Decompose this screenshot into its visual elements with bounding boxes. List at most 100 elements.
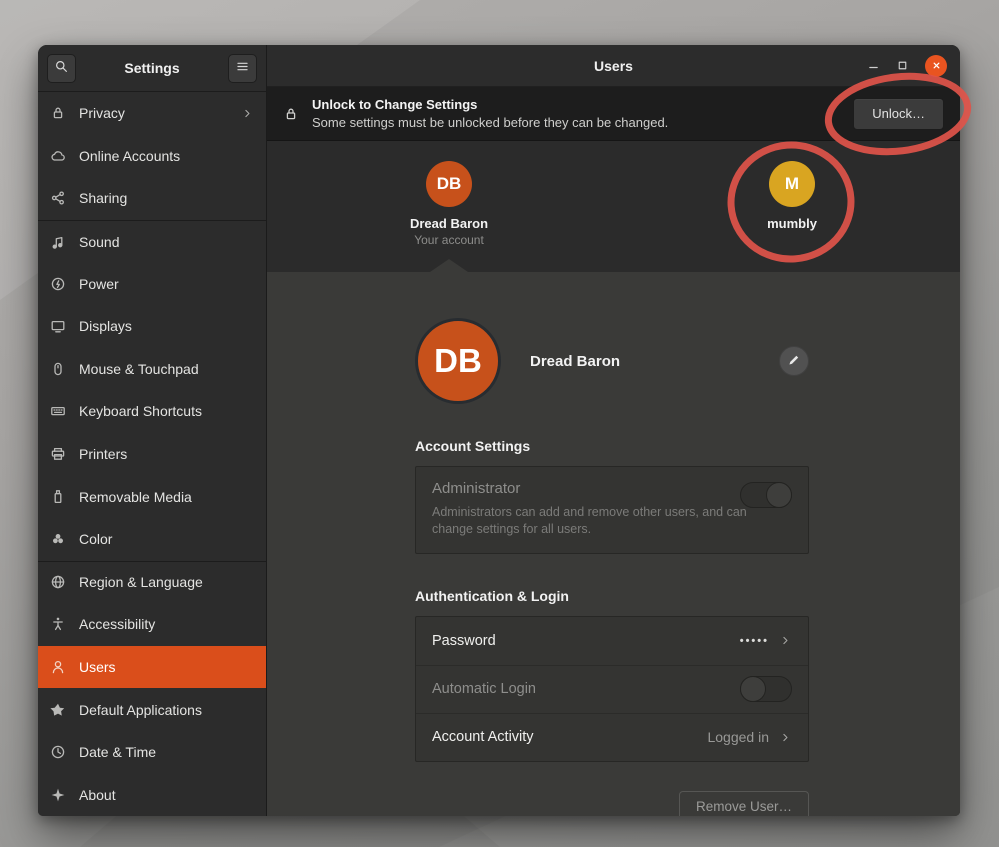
avatar-initials: DB <box>437 174 462 194</box>
administrator-label: Administrator <box>432 480 792 497</box>
clock-icon <box>49 744 66 761</box>
minimize-icon[interactable] <box>867 59 880 72</box>
sidebar-item-sharing[interactable]: Sharing <box>38 177 266 220</box>
search-icon <box>54 59 69 77</box>
sidebar-item-default-applications[interactable]: Default Applications <box>38 688 266 731</box>
sidebar-item-label: Sharing <box>79 190 127 206</box>
remove-user-button[interactable]: Remove User… <box>679 791 809 816</box>
sidebar-item-label: Online Accounts <box>79 148 180 164</box>
removable-media-icon <box>49 488 66 505</box>
administrator-toggle[interactable] <box>740 482 792 508</box>
unlock-banner-text: Unlock to Change Settings Some settings … <box>312 97 668 130</box>
password-row[interactable]: Password ••••• <box>416 617 808 665</box>
color-icon <box>49 531 66 548</box>
app-title: Settings <box>76 60 228 76</box>
cloud-icon <box>49 147 66 164</box>
sidebar-item-accessibility[interactable]: Accessibility <box>38 603 266 646</box>
desktop: Settings Privacy Online Accounts Sharing So… <box>0 0 999 847</box>
password-label: Password <box>432 633 496 649</box>
page-title: Users <box>267 58 960 74</box>
sidebar-item-about[interactable]: About <box>38 774 266 817</box>
maximize-icon[interactable] <box>896 59 909 72</box>
sidebar-item-label: Keyboard Shortcuts <box>79 403 202 419</box>
automatic-login-toggle[interactable] <box>740 676 792 702</box>
sidebar-item-printers[interactable]: Printers <box>38 433 266 476</box>
sidebar-list: Privacy Online Accounts Sharing Sound Power D… <box>38 92 266 816</box>
sidebar-item-label: Region & Language <box>79 574 203 590</box>
carousel-user-mumbly[interactable]: M mumbly <box>712 161 872 231</box>
sidebar-item-displays[interactable]: Displays <box>38 305 266 348</box>
avatar-initials: DB <box>434 342 482 380</box>
unlock-banner: Unlock to Change Settings Some settings … <box>267 87 960 141</box>
account-activity-value: Logged in <box>707 729 769 745</box>
unlock-banner-title: Unlock to Change Settings <box>312 97 668 112</box>
sidebar-item-power[interactable]: Power <box>38 262 266 305</box>
sidebar-item-label: Printers <box>79 446 127 462</box>
settings-window: Settings Privacy Online Accounts Sharing So… <box>38 45 960 816</box>
sidebar-item-date-time[interactable]: Date & Time <box>38 731 266 774</box>
window-controls <box>867 55 960 77</box>
sidebar-item-color[interactable]: Color <box>38 518 266 561</box>
sidebar-item-label: Accessibility <box>79 616 155 632</box>
sidebar-item-label: Color <box>79 531 112 547</box>
sidebar-item-label: Date & Time <box>79 744 156 760</box>
sidebar-item-label: Privacy <box>79 105 125 121</box>
authentication-card: Password ••••• Automatic Login <box>415 616 809 762</box>
account-activity-row[interactable]: Account Activity Logged in <box>416 713 808 761</box>
sidebar-item-region-language[interactable]: Region & Language <box>38 561 266 604</box>
accessibility-icon <box>49 616 66 633</box>
sidebar-header: Settings <box>38 45 266 92</box>
footer-row: Remove User… <box>415 791 809 816</box>
toggle-knob <box>766 482 792 508</box>
section-heading-account-settings: Account Settings <box>415 438 809 454</box>
sidebar-item-sound[interactable]: Sound <box>38 220 266 263</box>
pencil-icon <box>787 353 801 370</box>
sidebar-item-users[interactable]: Users <box>38 646 266 689</box>
sidebar-item-label: Removable Media <box>79 489 192 505</box>
sidebar-item-label: Users <box>79 659 116 675</box>
sidebar-item-keyboard-shortcuts[interactable]: Keyboard Shortcuts <box>38 390 266 433</box>
sidebar-item-label: Default Applications <box>79 702 202 718</box>
menu-button[interactable] <box>228 54 257 83</box>
user-caption: Your account <box>369 233 529 247</box>
close-icon[interactable] <box>925 55 947 77</box>
carousel-user-dread-baron[interactable]: DB Dread Baron Your account <box>369 161 529 247</box>
sidebar-item-removable-media[interactable]: Removable Media <box>38 475 266 518</box>
lock-icon <box>49 105 66 122</box>
sparkle-icon <box>49 786 66 803</box>
user-name: Dread Baron <box>369 216 529 231</box>
globe-icon <box>49 574 66 591</box>
section-heading-authentication: Authentication & Login <box>415 588 809 604</box>
sidebar-item-mouse-touchpad[interactable]: Mouse & Touchpad <box>38 348 266 391</box>
edit-name-button[interactable] <box>779 346 809 376</box>
profile-name: Dread Baron <box>530 353 620 370</box>
sidebar-item-label: About <box>79 787 116 803</box>
lock-icon <box>283 106 299 122</box>
administrator-description: Administrators can add and remove other … <box>432 504 777 538</box>
toggle-knob <box>740 676 766 702</box>
sidebar-item-privacy[interactable]: Privacy <box>38 92 266 135</box>
sidebar-item-label: Displays <box>79 318 132 334</box>
avatar-initials: M <box>785 174 799 194</box>
unlock-button[interactable]: Unlock… <box>853 98 944 130</box>
avatar: M <box>769 161 815 207</box>
chevron-right-icon <box>779 634 792 647</box>
user-carousel: DB Dread Baron Your account M mumbly <box>267 141 960 272</box>
automatic-login-row: Automatic Login <box>416 665 808 713</box>
sidebar: Settings Privacy Online Accounts Sharing So… <box>38 45 266 816</box>
users-icon <box>49 659 66 676</box>
avatar[interactable]: DB <box>415 318 501 404</box>
chevron-right-icon <box>779 731 792 744</box>
sidebar-item-label: Mouse & Touchpad <box>79 361 199 377</box>
automatic-login-label: Automatic Login <box>432 681 536 697</box>
printer-icon <box>49 446 66 463</box>
sidebar-item-label: Power <box>79 276 119 292</box>
titlebar: Users <box>267 45 960 87</box>
sidebar-item-label: Sound <box>79 234 119 250</box>
mouse-icon <box>49 360 66 377</box>
profile-row: DB Dread Baron <box>415 318 809 404</box>
sidebar-item-online-accounts[interactable]: Online Accounts <box>38 135 266 178</box>
star-icon <box>49 701 66 718</box>
search-button[interactable] <box>47 54 76 83</box>
menu-icon <box>235 59 250 77</box>
